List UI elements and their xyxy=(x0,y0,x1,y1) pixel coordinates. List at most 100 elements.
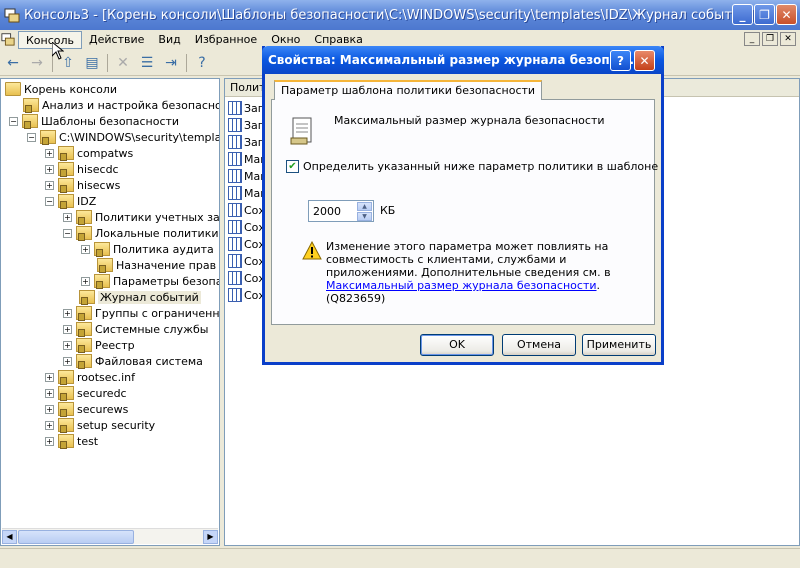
back-arrow-icon[interactable]: ← xyxy=(2,52,24,74)
tree-item-event-log[interactable]: Журнал событий xyxy=(79,289,201,305)
help-link[interactable]: Максимальный размер журнала безопасности xyxy=(326,279,597,292)
dialog-close-button[interactable]: ✕ xyxy=(634,50,655,71)
spin-down-icon[interactable]: ▼ xyxy=(357,212,372,221)
tree-item-audit-policy[interactable]: + Политика аудита xyxy=(81,241,214,257)
mdi-restore-button[interactable]: ❐ xyxy=(762,32,778,46)
expand-toggle[interactable]: + xyxy=(81,244,90,254)
define-policy-checkbox-row[interactable]: ✔ Определить указанный ниже параметр пол… xyxy=(286,160,658,173)
collapse-toggle[interactable]: − xyxy=(45,196,54,206)
tree-item-console-root[interactable]: Корень консоли xyxy=(5,81,117,97)
tree-item-idz[interactable]: − IDZ xyxy=(45,193,96,209)
tab-template-setting[interactable]: Параметр шаблона политики безопасности xyxy=(274,80,543,100)
tree-item-securews[interactable]: + securews xyxy=(45,401,128,417)
policy-setting-icon xyxy=(228,254,242,268)
tree-item-compatws[interactable]: + compatws xyxy=(45,145,133,161)
tree-item-test[interactable]: + test xyxy=(45,433,98,449)
menu-favorites[interactable]: Избранное xyxy=(188,31,264,49)
policy-folder-icon xyxy=(76,354,92,369)
delete-icon[interactable]: ✕ xyxy=(112,52,134,74)
menu-view[interactable]: Вид xyxy=(151,31,187,49)
expand-toggle[interactable]: + xyxy=(45,420,54,430)
tree-item-file-system[interactable]: + Файловая система xyxy=(63,353,203,369)
tree-item-securedc[interactable]: + securedc xyxy=(45,385,127,401)
spin-up-icon[interactable]: ▲ xyxy=(357,202,372,211)
tree-item-user-rights[interactable]: Назначение прав пользователя xyxy=(97,257,219,273)
help-icon[interactable]: ? xyxy=(191,52,213,74)
export-list-icon[interactable]: ⇥ xyxy=(160,52,182,74)
policy-setting-icon xyxy=(228,271,242,285)
expand-toggle[interactable]: + xyxy=(45,164,54,174)
policy-setting-icon xyxy=(228,203,242,217)
scroll-left-icon[interactable]: ◀ xyxy=(2,530,17,544)
tree-item-restricted-groups[interactable]: + Группы с ограниченным доступом xyxy=(63,305,219,321)
expand-toggle[interactable]: + xyxy=(63,212,72,222)
tree-horizontal-scrollbar[interactable]: ◀ ▶ xyxy=(2,528,218,544)
expand-toggle[interactable]: + xyxy=(63,340,72,350)
folder-icon xyxy=(40,130,56,145)
tree-item-hisecdc[interactable]: + hisecdc xyxy=(45,161,119,177)
tab-panel: Максимальный размер журнала безопасности… xyxy=(271,99,658,325)
tree-item-hisecws[interactable]: + hisecws xyxy=(45,177,120,193)
log-size-spinbox[interactable]: 2000 ▲ ▼ xyxy=(308,200,374,222)
show-tree-icon[interactable]: ▤ xyxy=(81,52,103,74)
collapse-toggle[interactable]: − xyxy=(9,116,18,126)
tree-item-account-policies[interactable]: + Политики учетных записей xyxy=(63,209,219,225)
tree-item-system-services[interactable]: + Системные службы xyxy=(63,321,208,337)
apply-button[interactable]: Применить xyxy=(582,334,656,356)
tree-item-label: Журнал событий xyxy=(98,290,201,304)
console-tree[interactable]: Корень консоли Анализ и настройка безопа… xyxy=(0,78,220,546)
mdi-close-button[interactable]: ✕ xyxy=(780,32,796,46)
template-icon xyxy=(58,402,74,417)
tree-item-analysis[interactable]: Анализ и настройка безопасности xyxy=(23,97,219,113)
scrollbar-thumb[interactable] xyxy=(18,530,134,544)
expand-toggle[interactable]: + xyxy=(45,148,54,158)
tree-item-security-templates[interactable]: − Шаблоны безопасности xyxy=(9,113,179,129)
collapse-toggle[interactable]: − xyxy=(63,228,72,238)
tree-item-local-policies[interactable]: − Локальные политики xyxy=(63,225,219,241)
policy-folder-icon xyxy=(76,306,92,321)
define-policy-checkbox[interactable]: ✔ xyxy=(286,160,299,173)
mdi-minimize-button[interactable]: _ xyxy=(744,32,760,46)
tree-item-rootsec[interactable]: + rootsec.inf xyxy=(45,369,135,385)
expand-toggle[interactable]: + xyxy=(45,404,54,414)
expand-toggle[interactable]: + xyxy=(45,388,54,398)
templates-icon xyxy=(22,114,38,129)
policy-setting-icon xyxy=(228,169,242,183)
dialog-titlebar: Свойства: Максимальный размер журнала бе… xyxy=(262,46,664,74)
tree-item-templates-path[interactable]: − C:\WINDOWS\security\templates xyxy=(27,129,219,145)
ok-button[interactable]: OK xyxy=(420,334,494,356)
mdi-console-icon xyxy=(0,32,18,49)
expand-toggle[interactable]: + xyxy=(63,356,72,366)
warning-icon xyxy=(302,241,322,260)
define-policy-label: Определить указанный ниже параметр полит… xyxy=(303,160,659,173)
menu-console[interactable]: Консоль xyxy=(18,31,83,49)
policy-setting-icon xyxy=(228,152,242,166)
toolbar-separator xyxy=(186,53,187,72)
dialog-help-button[interactable]: ? xyxy=(610,50,631,71)
expand-toggle[interactable]: + xyxy=(63,324,72,334)
collapse-toggle[interactable]: − xyxy=(27,132,36,142)
tree-item-label: compatws xyxy=(77,146,134,160)
restore-button[interactable]: ❐ xyxy=(754,4,775,25)
cancel-button[interactable]: Отмена xyxy=(502,334,576,356)
expand-toggle[interactable]: + xyxy=(45,180,54,190)
properties-icon[interactable]: ☰ xyxy=(136,52,158,74)
expand-toggle[interactable]: + xyxy=(45,436,54,446)
expand-toggle[interactable]: + xyxy=(81,276,90,286)
expand-toggle[interactable]: + xyxy=(45,372,54,382)
template-icon xyxy=(58,146,74,161)
tree-item-setup-security[interactable]: + setup security xyxy=(45,417,155,433)
tree-item-registry[interactable]: + Реестр xyxy=(63,337,135,353)
tree-item-label: Назначение прав пользователя xyxy=(116,258,219,272)
size-unit-label: КБ xyxy=(380,204,396,217)
log-size-value[interactable]: 2000 xyxy=(313,205,341,218)
expand-toggle[interactable]: + xyxy=(63,308,72,318)
minimize-button[interactable]: _ xyxy=(732,4,753,25)
scroll-right-icon[interactable]: ▶ xyxy=(203,530,218,544)
template-icon xyxy=(58,194,74,209)
close-button[interactable]: ✕ xyxy=(776,4,797,25)
policy-folder-icon xyxy=(79,290,95,305)
tree-item-security-options[interactable]: + Параметры безопасности xyxy=(81,273,219,289)
menu-action[interactable]: Действие xyxy=(82,31,151,49)
forward-arrow-icon[interactable]: → xyxy=(26,52,48,74)
